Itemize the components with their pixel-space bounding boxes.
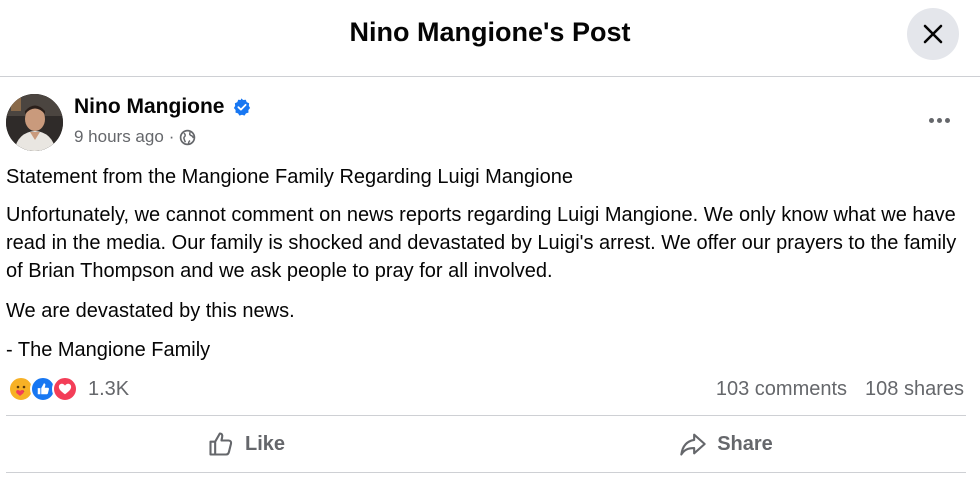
verified-badge-icon <box>233 98 250 116</box>
post-body: Unfortunately, we cannot comment on news… <box>6 204 957 282</box>
avatar-image <box>6 94 63 151</box>
author-name[interactable]: Nino Mangione <box>74 95 225 119</box>
post-line-devastated: We are devastated by this news. <box>6 300 295 322</box>
more-options-button[interactable] <box>922 108 956 132</box>
like-button[interactable]: Like <box>156 416 336 472</box>
share-label: Share <box>717 432 773 455</box>
close-button[interactable] <box>907 8 959 60</box>
post-meta: 9 hours ago · <box>74 127 196 147</box>
author-avatar[interactable] <box>6 94 63 151</box>
shares-count[interactable]: 108 shares <box>865 378 964 401</box>
reaction-count: 1.3K <box>88 377 130 400</box>
share-button[interactable]: Share <box>636 416 816 472</box>
meta-separator: · <box>168 127 175 146</box>
post-signature: - The Mangione Family <box>6 339 211 361</box>
post-timestamp[interactable]: 9 hours ago <box>74 127 164 147</box>
more-dot-icon <box>936 117 942 123</box>
comments-count[interactable]: 103 comments <box>716 378 847 401</box>
reactions-summary[interactable]: 1.3K <box>8 376 129 402</box>
action-bar: Like Share <box>6 415 966 473</box>
like-label: Like <box>244 432 286 455</box>
more-dot-icon <box>928 117 934 123</box>
modal-header: Nino Mangione's Post <box>0 0 980 77</box>
modal-title: Nino Mangione's Post <box>349 17 631 47</box>
share-arrow-icon <box>680 433 706 456</box>
post-title-line: Statement from the Mangione Family Regar… <box>6 166 573 188</box>
globe-icon[interactable] <box>179 129 196 146</box>
engagement-stats: 103 comments 108 shares <box>716 378 964 401</box>
more-dot-icon <box>944 117 950 123</box>
love-reaction-icon <box>52 376 78 402</box>
thumbs-up-icon <box>209 432 233 456</box>
author-row: Nino Mangione <box>74 95 251 119</box>
close-icon <box>923 24 943 44</box>
